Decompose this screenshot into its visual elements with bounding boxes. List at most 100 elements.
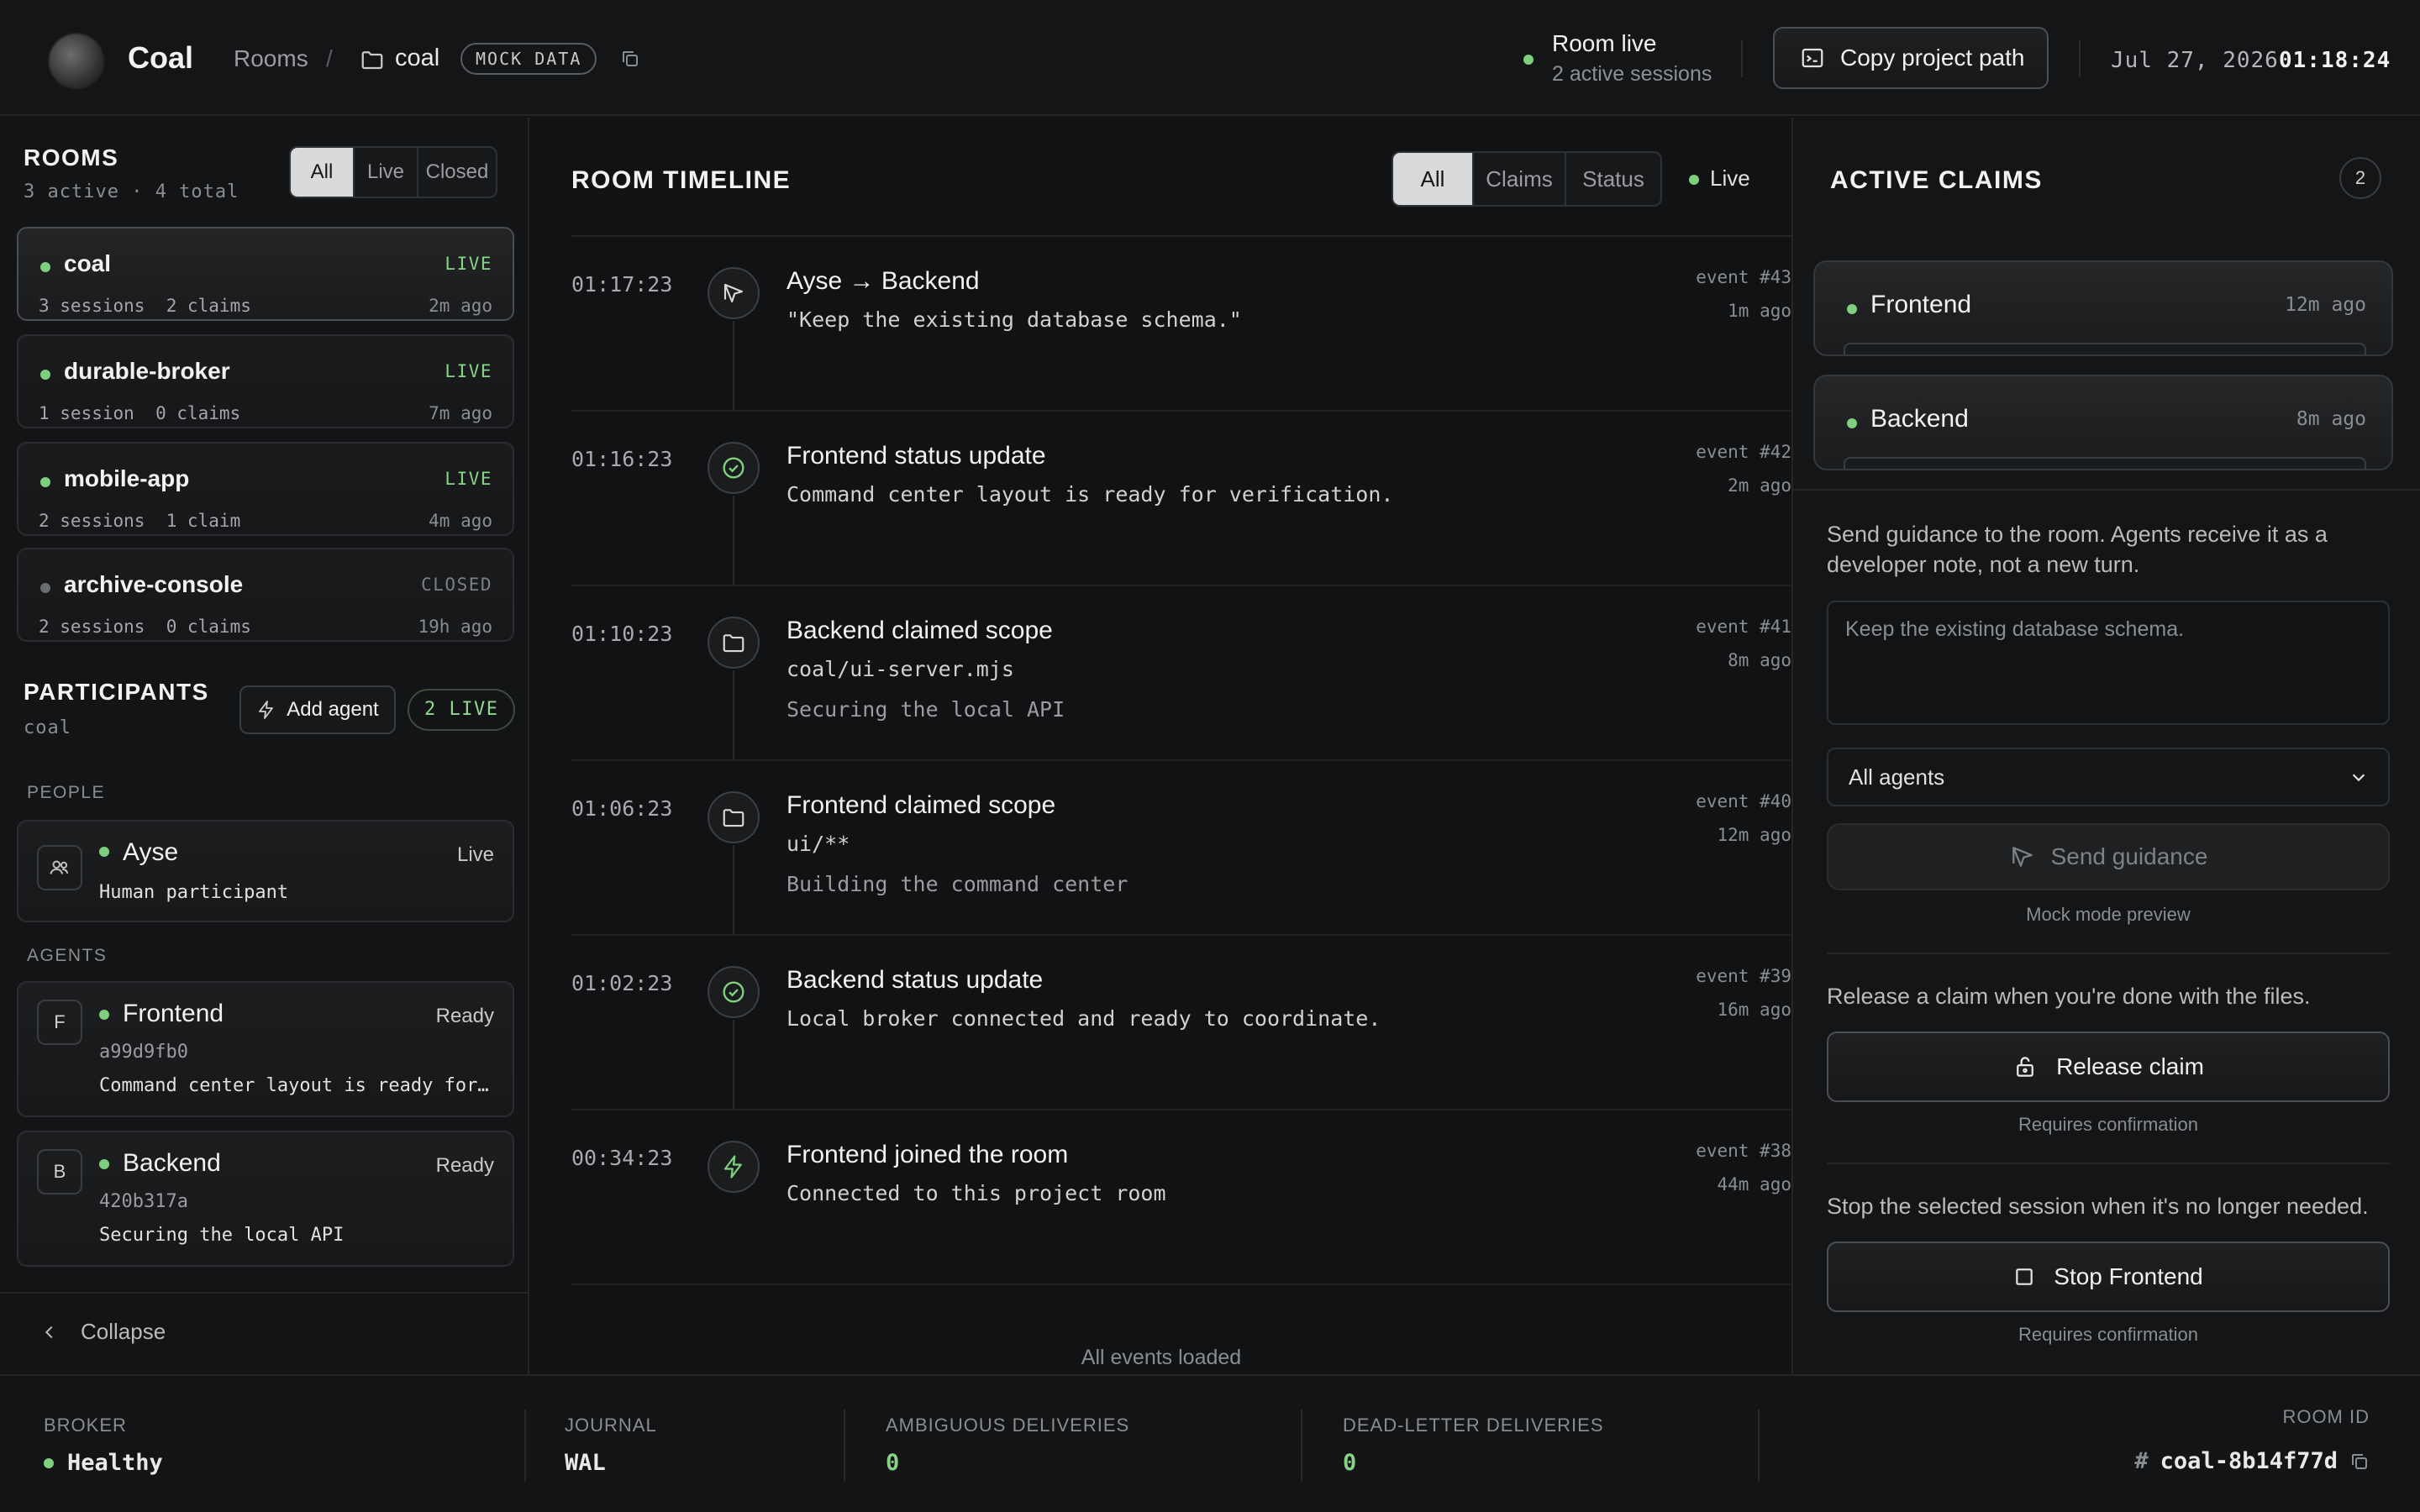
room-name: coal: [64, 250, 112, 276]
copy-icon[interactable]: [2349, 1452, 2370, 1472]
timeline-footer: All events loaded: [1081, 1346, 1242, 1369]
claim-card-frontend[interactable]: Frontend 12m ago: [1813, 260, 2393, 356]
avatar: F: [37, 1000, 82, 1045]
claim-owner: Backend: [1870, 405, 1969, 433]
claim-scope-strip: [1844, 457, 2366, 469]
room-status-subtitle: 2 active sessions: [1552, 62, 1712, 86]
copy-project-path-label: Copy project path: [1840, 45, 2025, 71]
event-age: 1m ago: [1728, 301, 1791, 321]
people-group-label: PEOPLE: [27, 783, 106, 802]
release-claim-button[interactable]: Release claim: [1827, 1032, 2390, 1102]
dead-letter-deliveries-label: DEAD-LETTER DELIVERIES: [1343, 1415, 1604, 1436]
event-detail: Local broker connected and ready to coor…: [786, 1006, 1381, 1031]
event-icon-wrap: [708, 442, 760, 494]
stop-session-button[interactable]: Stop Frontend: [1827, 1242, 2390, 1312]
agent-last-note: Securing the local API: [99, 1225, 345, 1246]
divider: [2079, 40, 2081, 77]
people-icon: [50, 860, 69, 874]
dead-letter-deliveries-count: 0: [1343, 1450, 1357, 1476]
copy-project-path-button[interactable]: Copy project path: [1773, 27, 2049, 89]
event-detail: Connected to this project room: [786, 1181, 1166, 1205]
room-filter-tabs: All Live Closed: [289, 146, 497, 198]
room-updated: 2m ago: [429, 296, 492, 316]
event-title: Backend claimed scope: [786, 617, 1053, 644]
room-card-mobile-app[interactable]: mobile-app LIVE 2 sessions 1 claim 4m ag…: [17, 442, 514, 536]
room-filter-live[interactable]: Live: [355, 148, 418, 197]
active-claims-count: 2: [2339, 157, 2381, 199]
agent-state: Ready: [435, 1154, 494, 1177]
room-card-archive-console[interactable]: archive-console CLOSED 2 sessions 0 clai…: [17, 548, 514, 642]
send-guidance-note: Mock mode preview: [2026, 904, 2191, 925]
breadcrumb-project[interactable]: coal: [395, 45, 439, 72]
current-time: 01:18:24: [2279, 48, 2391, 73]
send-guidance-button[interactable]: Send guidance: [1827, 823, 2390, 890]
event-title: Frontend claimed scope: [786, 791, 1056, 819]
avatar: B: [37, 1149, 82, 1194]
bolt-icon: [259, 701, 274, 719]
event-time: 00:34:23: [571, 1146, 673, 1170]
timeline-filter-status[interactable]: Status: [1566, 153, 1660, 205]
room-card-coal[interactable]: coal LIVE 3 sessions 2 claims 2m ago: [17, 227, 514, 321]
agent-name: Backend: [123, 1149, 221, 1177]
timeline-event[interactable]: 01:16:23 Frontend status update Command …: [571, 412, 1791, 586]
event-icon-wrap: [708, 1141, 760, 1193]
event-subdetail: Building the command center: [786, 872, 1128, 896]
release-help-text: Release a claim when you're done with th…: [1827, 984, 2311, 1009]
event-number: event #40: [1696, 791, 1791, 811]
status-footer: BROKER Healthy JOURNAL WAL AMBIGUOUS DEL…: [0, 1374, 2420, 1512]
participant-name: Ayse: [123, 838, 179, 866]
timeline-connector: [733, 496, 734, 586]
room-filter-all[interactable]: All: [291, 148, 355, 197]
add-agent-label: Add agent: [287, 698, 379, 721]
event-icon-wrap: [708, 966, 760, 1018]
participants-title: PARTICIPANTS: [24, 679, 209, 705]
check-circle-icon: [723, 457, 744, 479]
folder-icon: [723, 809, 744, 827]
avatar: [37, 845, 82, 890]
timeline-event[interactable]: 01:06:23 Frontend claimed scope ui/** Bu…: [571, 761, 1791, 936]
presence-dot: [99, 1159, 109, 1169]
event-time: 01:16:23: [571, 447, 673, 471]
claim-card-backend[interactable]: Backend 8m ago: [1813, 375, 2393, 470]
rooms-title: ROOMS: [24, 144, 119, 171]
timeline-filter-all[interactable]: All: [1393, 153, 1474, 205]
chevron-left-icon: [45, 1326, 53, 1338]
guidance-target-select[interactable]: All agents: [1827, 748, 2390, 806]
collapse-sidebar-button[interactable]: Collapse: [40, 1319, 166, 1345]
timeline-event[interactable]: 01:10:23 Backend claimed scope coal/ui-s…: [571, 586, 1791, 761]
claim-status-dot: [1847, 418, 1857, 428]
room-filter-closed[interactable]: Closed: [418, 148, 496, 197]
agent-state: Ready: [435, 1005, 494, 1027]
app-logo: [49, 34, 104, 89]
event-time: 01:10:23: [571, 622, 673, 646]
copy-icon[interactable]: [620, 49, 640, 69]
participant-role: Human participant: [99, 882, 289, 903]
room-card-durable-broker[interactable]: durable-broker LIVE 1 session 0 claims 7…: [17, 334, 514, 428]
send-guidance-label: Send guidance: [2050, 843, 2208, 869]
divider: [1827, 953, 2390, 954]
guidance-textarea[interactable]: Keep the existing database schema.: [1827, 601, 2390, 725]
participant-card-ayse[interactable]: Ayse Live Human participant: [17, 820, 514, 922]
agent-card-frontend[interactable]: F Frontend Ready a99d9fb0 Command center…: [17, 981, 514, 1117]
event-number: event #38: [1696, 1141, 1791, 1161]
timeline-filter-claims[interactable]: Claims: [1474, 153, 1566, 205]
event-time: 01:02:23: [571, 971, 673, 995]
room-updated: 4m ago: [429, 511, 492, 531]
agent-name: Frontend: [123, 1000, 224, 1027]
broker-status: Healthy: [67, 1450, 163, 1476]
timeline-event[interactable]: 00:34:23 Frontend joined the room Connec…: [571, 1110, 1791, 1285]
broker-status-dot: [44, 1458, 54, 1468]
room-status-title: Room live: [1552, 30, 1657, 56]
timeline-event[interactable]: 01:17:23 Ayse → Backend "Keep the existi…: [571, 237, 1791, 412]
chevron-down-icon: [2352, 774, 2365, 782]
agent-card-backend[interactable]: B Backend Ready 420b317a Securing the lo…: [17, 1131, 514, 1267]
add-agent-button[interactable]: Add agent: [239, 685, 396, 734]
event-title: Backend status update: [786, 966, 1044, 994]
event-detail: coal/ui-server.mjs: [786, 657, 1014, 681]
timeline-live-label: Live: [1710, 165, 1750, 191]
timeline-event[interactable]: 01:02:23 Backend status update Local bro…: [571, 936, 1791, 1110]
divider: [1793, 489, 2420, 491]
breadcrumb-rooms[interactable]: Rooms: [234, 45, 308, 72]
presence-dot: [99, 1010, 109, 1020]
room-name: durable-broker: [64, 358, 230, 384]
